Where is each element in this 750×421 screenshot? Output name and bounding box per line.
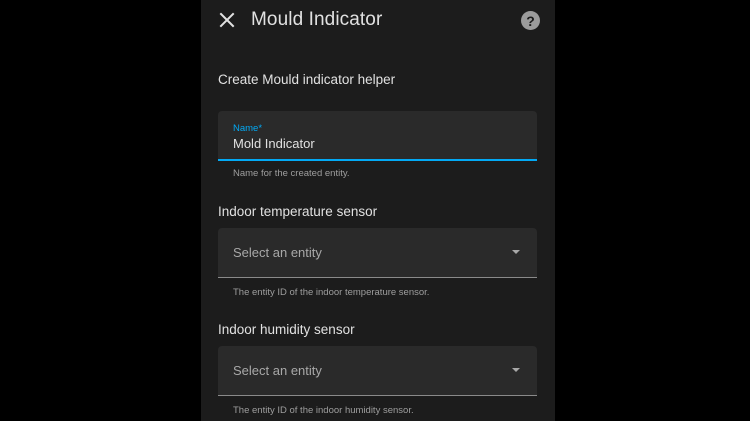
- name-field-helper: Name for the created entity.: [233, 168, 350, 179]
- indoor-temperature-helper: The entity ID of the indoor temperature …: [233, 287, 430, 298]
- indoor-humidity-label: Indoor humidity sensor: [218, 322, 355, 337]
- close-icon: [219, 12, 235, 28]
- indoor-temperature-placeholder: Select an entity: [233, 245, 322, 260]
- config-flow-dialog: Mould Indicator ? Create Mould indicator…: [201, 0, 555, 421]
- close-button[interactable]: [213, 6, 241, 34]
- indoor-humidity-helper: The entity ID of the indoor humidity sen…: [233, 405, 414, 416]
- indoor-temperature-select[interactable]: Select an entity: [218, 228, 537, 278]
- name-field-label: Name*: [233, 123, 263, 134]
- form-heading: Create Mould indicator helper: [218, 72, 396, 87]
- dialog-header: Mould Indicator ?: [201, 0, 555, 42]
- dialog-title: Mould Indicator: [251, 9, 383, 30]
- name-field[interactable]: Name* Mold Indicator: [218, 111, 537, 161]
- name-field-value: Mold Indicator: [233, 136, 315, 151]
- indoor-humidity-placeholder: Select an entity: [233, 363, 322, 378]
- indoor-temperature-label: Indoor temperature sensor: [218, 204, 378, 219]
- help-button[interactable]: ?: [521, 11, 540, 30]
- chevron-down-icon: [512, 250, 520, 254]
- indoor-humidity-select[interactable]: Select an entity: [218, 346, 537, 396]
- help-circle-icon: ?: [526, 12, 535, 29]
- chevron-down-icon: [512, 368, 520, 372]
